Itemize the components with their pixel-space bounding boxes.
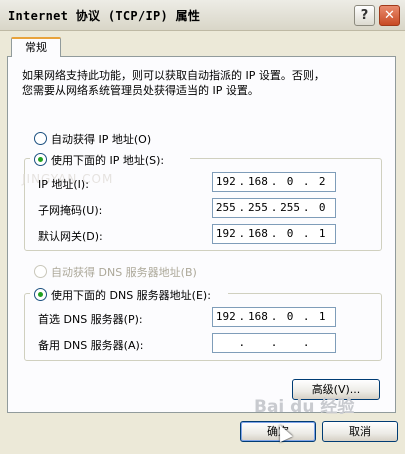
dns-auto-label[interactable]: 自动获得 DNS 服务器地址(B) (51, 264, 197, 280)
window-title: Internet 协议 (TCP/IP) 属性 (8, 9, 201, 23)
baidu-watermark: Bai du 经验 (254, 397, 355, 417)
dns-alternate-label: 备用 DNS 服务器(A): (38, 339, 144, 352)
subnet-mask-input[interactable]: 255. 255. 255. 0 (212, 198, 336, 218)
ip-auto-radio[interactable] (34, 132, 47, 145)
dns-manual-radio[interactable] (34, 288, 47, 301)
help-icon: ? (360, 8, 369, 23)
gateway-label: 默认网关(D): (38, 230, 103, 243)
dns-primary-input[interactable]: 192. 168. 0. 1 (212, 307, 336, 327)
dns-auto-radio[interactable] (34, 265, 47, 278)
gateway-input[interactable]: 192. 168. 0. 1 (212, 224, 336, 244)
close-button[interactable]: ✕ (379, 5, 400, 26)
intro-text: 如果网络支持此功能，则可以获取自动指派的 IP 设置。否则， 您需要从网络系统管… (22, 68, 382, 98)
help-button[interactable]: ? (354, 5, 375, 26)
close-icon: ✕ (384, 8, 395, 23)
title-bar[interactable]: Internet 协议 (TCP/IP) 属性 ? ✕ (0, 0, 405, 31)
intro-line-1: 如果网络支持此功能，则可以获取自动指派的 IP 设置。否则， (22, 69, 325, 82)
ip-address-label: IP 地址(I): (38, 178, 89, 191)
dns-primary-label: 首选 DNS 服务器(P): (38, 313, 143, 326)
ip-address-input[interactable]: 192. 168. 0. 2 (212, 172, 336, 192)
dns-alternate-input[interactable]: . . . (212, 333, 336, 353)
cancel-button[interactable]: 取消 (322, 421, 398, 442)
subnet-mask-label: 子网掩码(U): (38, 204, 103, 217)
dns-manual-label[interactable]: 使用下面的 DNS 服务器地址(E): (51, 287, 211, 303)
intro-line-2: 您需要从网络系统管理员处获得适当的 IP 设置。 (22, 84, 259, 97)
tab-general[interactable]: 常规 (11, 37, 61, 57)
ip-manual-label[interactable]: 使用下面的 IP 地址(S): (51, 152, 164, 168)
ip-auto-label[interactable]: 自动获得 IP 地址(O) (51, 131, 151, 147)
ip-manual-radio[interactable] (34, 153, 47, 166)
